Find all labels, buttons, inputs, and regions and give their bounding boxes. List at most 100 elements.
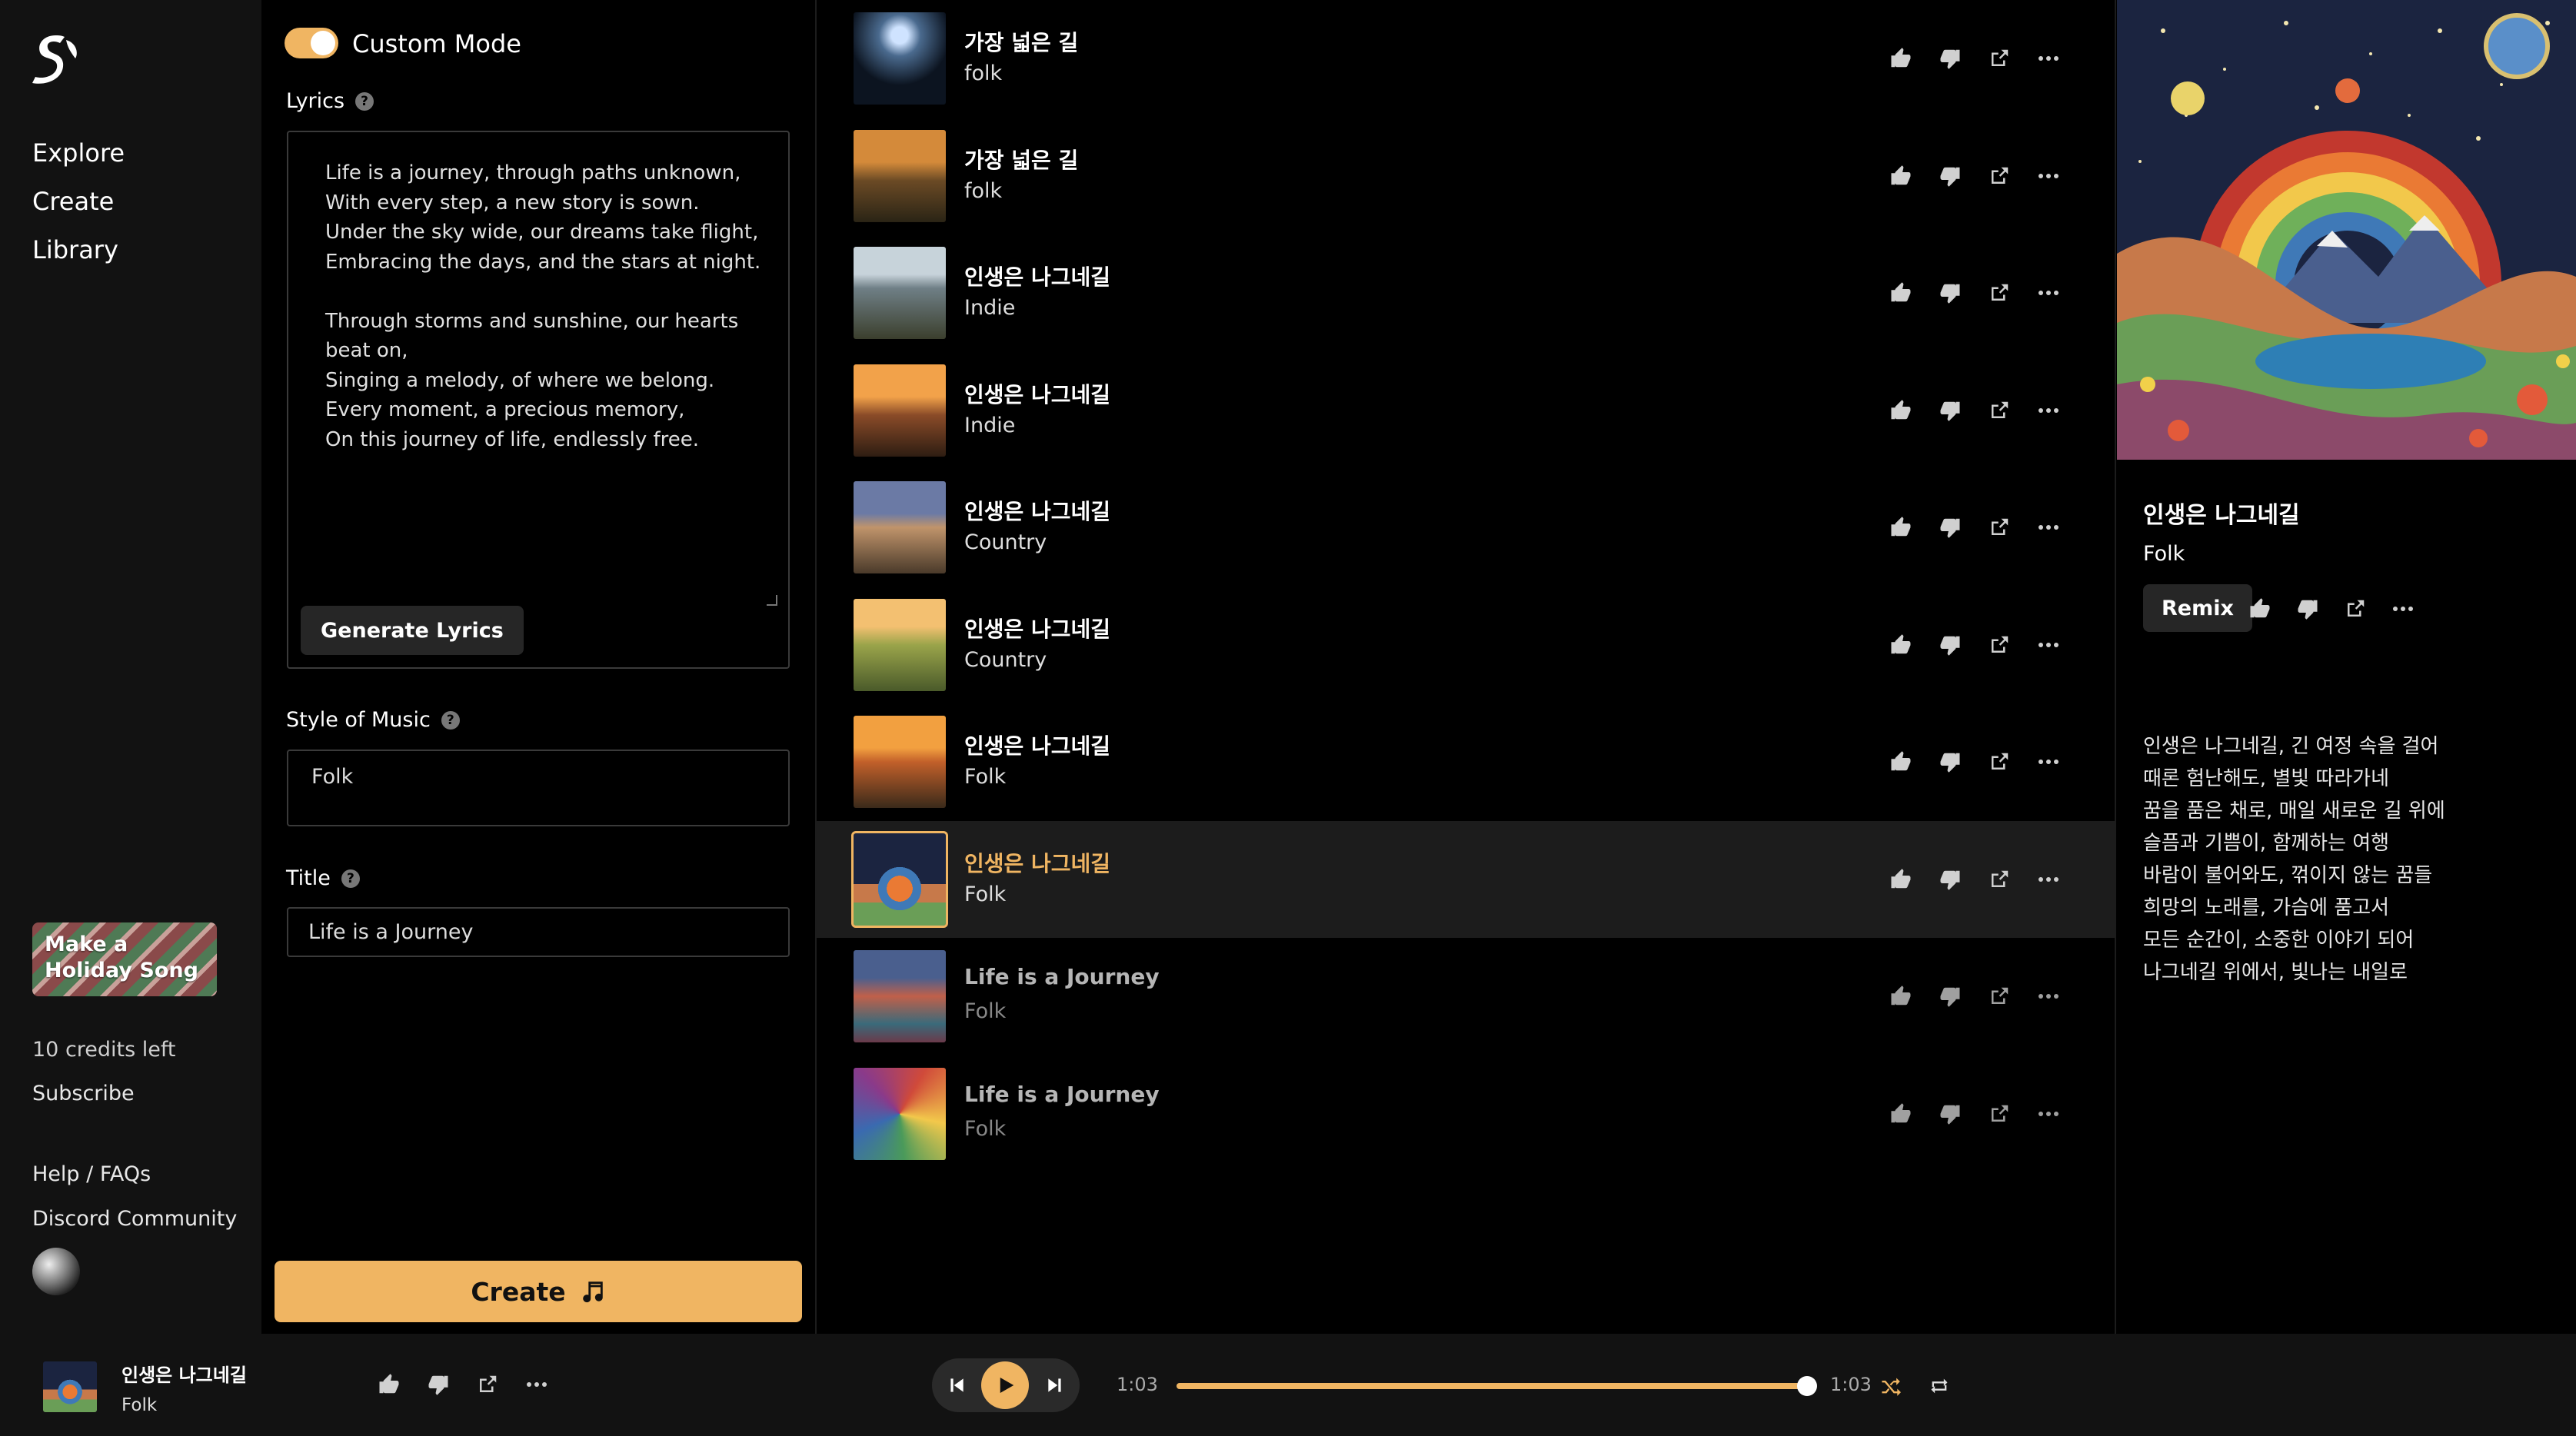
progress-handle[interactable] [1797,1376,1817,1396]
thumbs-down-icon[interactable] [2292,593,2323,624]
remix-button[interactable]: Remix [2143,584,2252,632]
lyrics-help-icon[interactable]: ? [355,91,374,111]
share-icon[interactable] [1984,981,2015,1012]
song-thumbnail[interactable] [854,950,946,1042]
song-title[interactable]: 가장 넓은 길 [964,144,1078,175]
more-options-icon[interactable] [2388,593,2418,624]
thumbs-down-icon[interactable] [1935,161,1965,191]
generate-lyrics-button[interactable]: Generate Lyrics [301,606,524,655]
thumbs-down-icon[interactable] [1935,43,1965,74]
more-options-icon[interactable] [521,1369,552,1400]
thumbs-down-icon[interactable] [1935,512,1965,543]
title-input[interactable]: Life is a Journey [287,907,790,957]
song-row[interactable]: 인생은 나그네길 Folk [817,820,2116,938]
thumbs-down-icon[interactable] [1935,864,1965,895]
song-title[interactable]: 인생은 나그네길 [964,495,1110,526]
more-options-icon[interactable] [2033,512,2064,543]
create-button[interactable]: Create [275,1261,802,1322]
song-title[interactable]: 인생은 나그네길 [964,730,1110,760]
more-options-icon[interactable] [2033,746,2064,777]
share-icon[interactable] [1984,278,2015,308]
more-options-icon[interactable] [2033,161,2064,191]
repeat-icon[interactable] [1924,1371,1955,1401]
thumbs-up-icon[interactable] [1885,512,1916,543]
thumbs-up-icon[interactable] [1885,278,1916,308]
thumbs-up-icon[interactable] [1885,981,1916,1012]
share-icon[interactable] [2340,593,2371,624]
song-title[interactable]: 인생은 나그네길 [964,613,1110,643]
song-row[interactable]: 인생은 나그네길 Country [817,587,2116,703]
thumbs-down-icon[interactable] [1935,630,1965,660]
play-button[interactable] [981,1361,1029,1409]
style-of-music-input[interactable]: Folk [287,750,790,826]
song-thumbnail[interactable] [854,364,946,457]
holiday-song-button[interactable]: Make a Holiday Song [32,922,217,996]
song-thumbnail[interactable] [854,598,946,691]
song-title[interactable]: 인생은 나그네길 [964,847,1110,878]
custom-mode-toggle[interactable] [285,28,338,58]
thumbs-down-icon[interactable] [1935,746,1965,777]
thumbs-up-icon[interactable] [2245,593,2275,624]
share-icon[interactable] [1984,395,2015,426]
resize-handle-icon[interactable] [767,595,777,606]
song-row[interactable]: 인생은 나그네길 Folk [817,703,2116,820]
song-thumbnail[interactable] [854,247,946,339]
more-options-icon[interactable] [2033,864,2064,895]
thumbs-up-icon[interactable] [1885,43,1916,74]
song-row[interactable]: 인생은 나그네길 Country [817,469,2116,586]
thumbs-up-icon[interactable] [1885,161,1916,191]
song-title[interactable]: Life is a Journey [964,964,1160,989]
thumbs-down-icon[interactable] [423,1369,454,1400]
song-row[interactable]: 인생은 나그네길 Indie [817,234,2116,351]
song-thumbnail[interactable] [851,830,948,928]
song-title[interactable]: 인생은 나그네길 [964,261,1110,291]
help-faqs-link[interactable]: Help / FAQs [32,1162,151,1186]
more-options-icon[interactable] [2033,278,2064,308]
lyrics-textarea[interactable]: Life is a journey, through paths unknown… [287,131,790,669]
player-title[interactable]: 인생은 나그네길 [121,1360,247,1387]
thumbs-down-icon[interactable] [1935,981,1965,1012]
song-thumbnail[interactable] [854,716,946,808]
more-options-icon[interactable] [2033,981,2064,1012]
thumbs-up-icon[interactable] [1885,630,1916,660]
progress-bar[interactable] [1177,1383,1807,1389]
suno-logo-icon[interactable] [29,32,82,85]
more-options-icon[interactable] [2033,395,2064,426]
more-options-icon[interactable] [2033,1099,2064,1129]
song-row[interactable]: Life is a Journey Folk [817,938,2116,1055]
title-help-icon[interactable]: ? [341,869,360,888]
song-thumbnail[interactable] [854,12,946,105]
avatar[interactable] [32,1248,80,1295]
song-row[interactable]: 가장 넓은 길 folk [817,118,2116,234]
song-thumbnail[interactable] [854,481,946,573]
song-title[interactable]: 인생은 나그네길 [964,378,1110,409]
song-thumbnail[interactable] [854,1067,946,1160]
style-help-icon[interactable]: ? [441,710,460,730]
share-icon[interactable] [1984,161,2015,191]
nav-explore[interactable]: Explore [32,138,125,168]
share-icon[interactable] [1984,512,2015,543]
nav-create[interactable]: Create [32,187,114,216]
subscribe-link[interactable]: Subscribe [32,1082,135,1105]
thumbs-up-icon[interactable] [374,1369,404,1400]
player-thumbnail[interactable] [43,1361,97,1412]
share-icon[interactable] [1984,1099,2015,1129]
thumbs-up-icon[interactable] [1885,746,1916,777]
more-options-icon[interactable] [2033,43,2064,74]
thumbs-up-icon[interactable] [1885,395,1916,426]
thumbs-down-icon[interactable] [1935,278,1965,308]
song-thumbnail[interactable] [854,129,946,222]
song-row[interactable]: 인생은 나그네길 Indie [817,352,2116,469]
share-icon[interactable] [1984,864,2015,895]
song-title[interactable]: 가장 넓은 길 [964,26,1078,57]
share-icon[interactable] [472,1369,503,1400]
thumbs-down-icon[interactable] [1935,1099,1965,1129]
discord-link[interactable]: Discord Community [32,1207,237,1231]
share-icon[interactable] [1984,43,2015,74]
previous-track-icon[interactable] [932,1358,981,1412]
shuffle-icon[interactable] [1875,1371,1905,1401]
share-icon[interactable] [1984,630,2015,660]
lyrics-text[interactable]: Life is a journey, through paths unknown… [325,158,771,454]
thumbs-down-icon[interactable] [1935,395,1965,426]
song-row[interactable]: Life is a Journey Folk [817,1055,2116,1172]
